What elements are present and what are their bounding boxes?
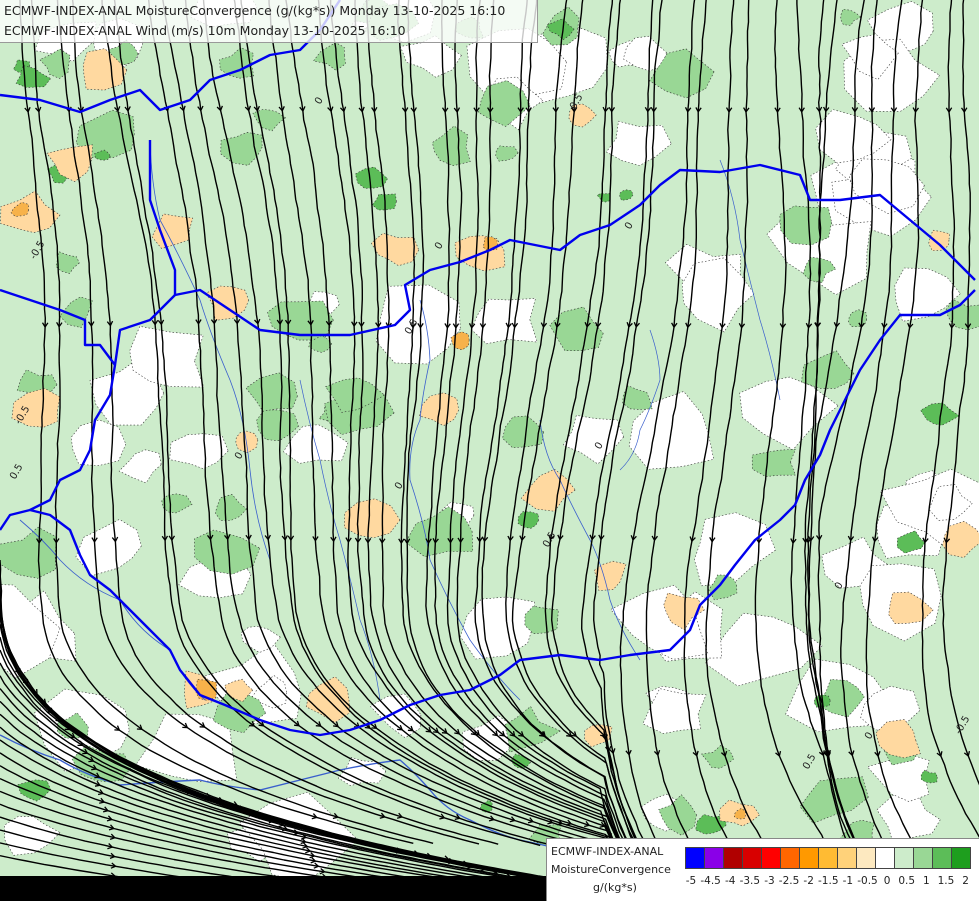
- legend-swatch: [705, 847, 724, 869]
- legend-swatch: [895, 847, 914, 869]
- legend-tick-label: -2.5: [779, 875, 800, 887]
- legend-tick-label: -4: [725, 875, 735, 887]
- legend-swatch: [743, 847, 762, 869]
- title-moisture-convergence: ECMWF-INDEX-ANAL MoistureConvergence (g/…: [4, 3, 505, 18]
- legend-color-bar: [685, 847, 971, 869]
- legend-tick-label: 0.5: [898, 875, 915, 887]
- legend-tick-label: -0.5: [857, 875, 878, 887]
- legend-swatch: [819, 847, 838, 869]
- legend-tick-label: -4.5: [700, 875, 721, 887]
- legend-tick-label: 0: [884, 875, 891, 887]
- legend-swatch: [876, 847, 895, 869]
- legend-model: ECMWF-INDEX-ANAL: [551, 845, 663, 858]
- legend-tick-label: -5: [686, 875, 696, 887]
- legend-tick-label: 1.5: [938, 875, 955, 887]
- legend-tick-label: -1: [843, 875, 853, 887]
- legend-tick-label: -3.5: [740, 875, 761, 887]
- legend-swatch: [685, 847, 705, 869]
- title-wind: ECMWF-INDEX-ANAL Wind (m/s) 10m Monday 1…: [4, 23, 406, 38]
- legend-swatch: [857, 847, 876, 869]
- legend-tick-label: 1: [923, 875, 930, 887]
- legend-tick-label: 2: [962, 875, 969, 887]
- legend-swatch: [724, 847, 743, 869]
- legend-swatch: [933, 847, 952, 869]
- legend-parameter: MoistureConvergence: [551, 863, 671, 876]
- legend-tick-label: -1.5: [818, 875, 839, 887]
- map-canvas[interactable]: 000.5-0.5000.50-0.500.500.5-0.500.5: [0, 0, 979, 876]
- legend-tick-label: -2: [803, 875, 813, 887]
- legend-swatch: [914, 847, 933, 869]
- legend-swatch: [952, 847, 971, 869]
- weather-map[interactable]: 000.5-0.5000.50-0.500.500.5-0.500.5: [0, 0, 979, 876]
- legend-swatch: [762, 847, 781, 869]
- legend-swatch: [781, 847, 800, 869]
- legend-swatch: [800, 847, 819, 869]
- legend-tick-label: -3: [764, 875, 774, 887]
- convergence-area: [780, 206, 832, 245]
- legend-unit: g/(kg*s): [593, 881, 637, 894]
- color-legend: ECMWF-INDEX-ANAL MoistureConvergence g/(…: [546, 838, 979, 901]
- legend-tick-labels: -5 -4.5 -4 -3.5-3 -2.5-2 -1.5 -1 -0.5 0 0.5 1 1.5 2: [685, 875, 971, 889]
- legend-swatch: [838, 847, 857, 869]
- map-title-box: ECMWF-INDEX-ANAL MoistureConvergence (g/…: [0, 0, 538, 43]
